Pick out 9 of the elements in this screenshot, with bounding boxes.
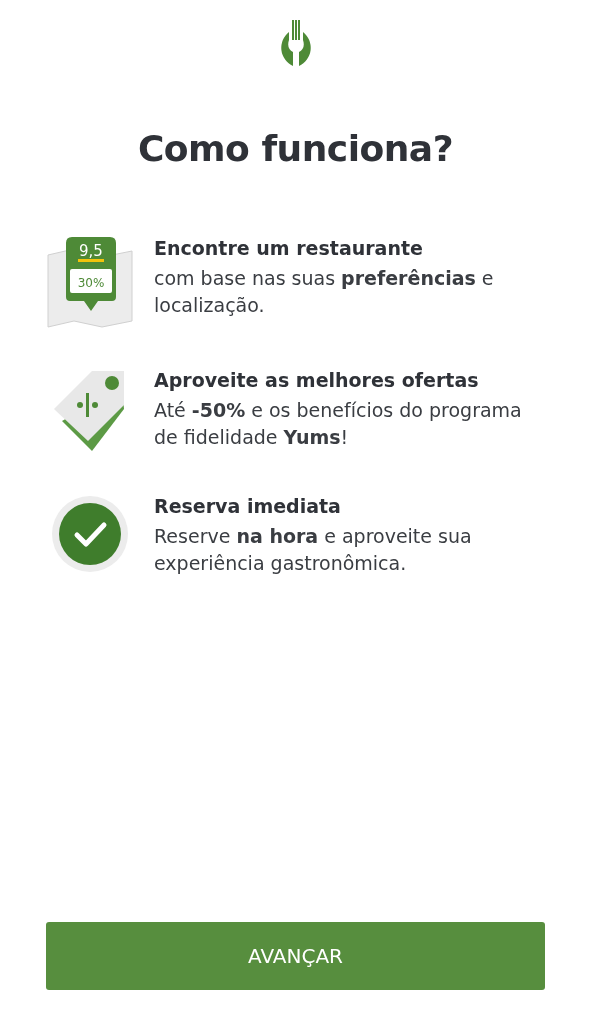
feature-description: Reserve na hora e aproveite sua experiência gastronômica.	[154, 524, 473, 576]
feature-description: Até -50% e os benefícios do programa de fidelidade Yums!	[154, 398, 523, 450]
check-circle-icon	[51, 495, 129, 573]
feature-heading: Reserva imediata	[154, 495, 342, 517]
page-title: Como funciona?	[137, 128, 454, 169]
feature-heading: Aproveite as melhores ofertas	[154, 369, 480, 391]
feature-heading: Encontre um restaurante	[154, 237, 424, 259]
next-button[interactable]: AVANÇAR	[46, 922, 545, 990]
feature-description: com base nas suas preferências e localização.	[154, 266, 495, 318]
